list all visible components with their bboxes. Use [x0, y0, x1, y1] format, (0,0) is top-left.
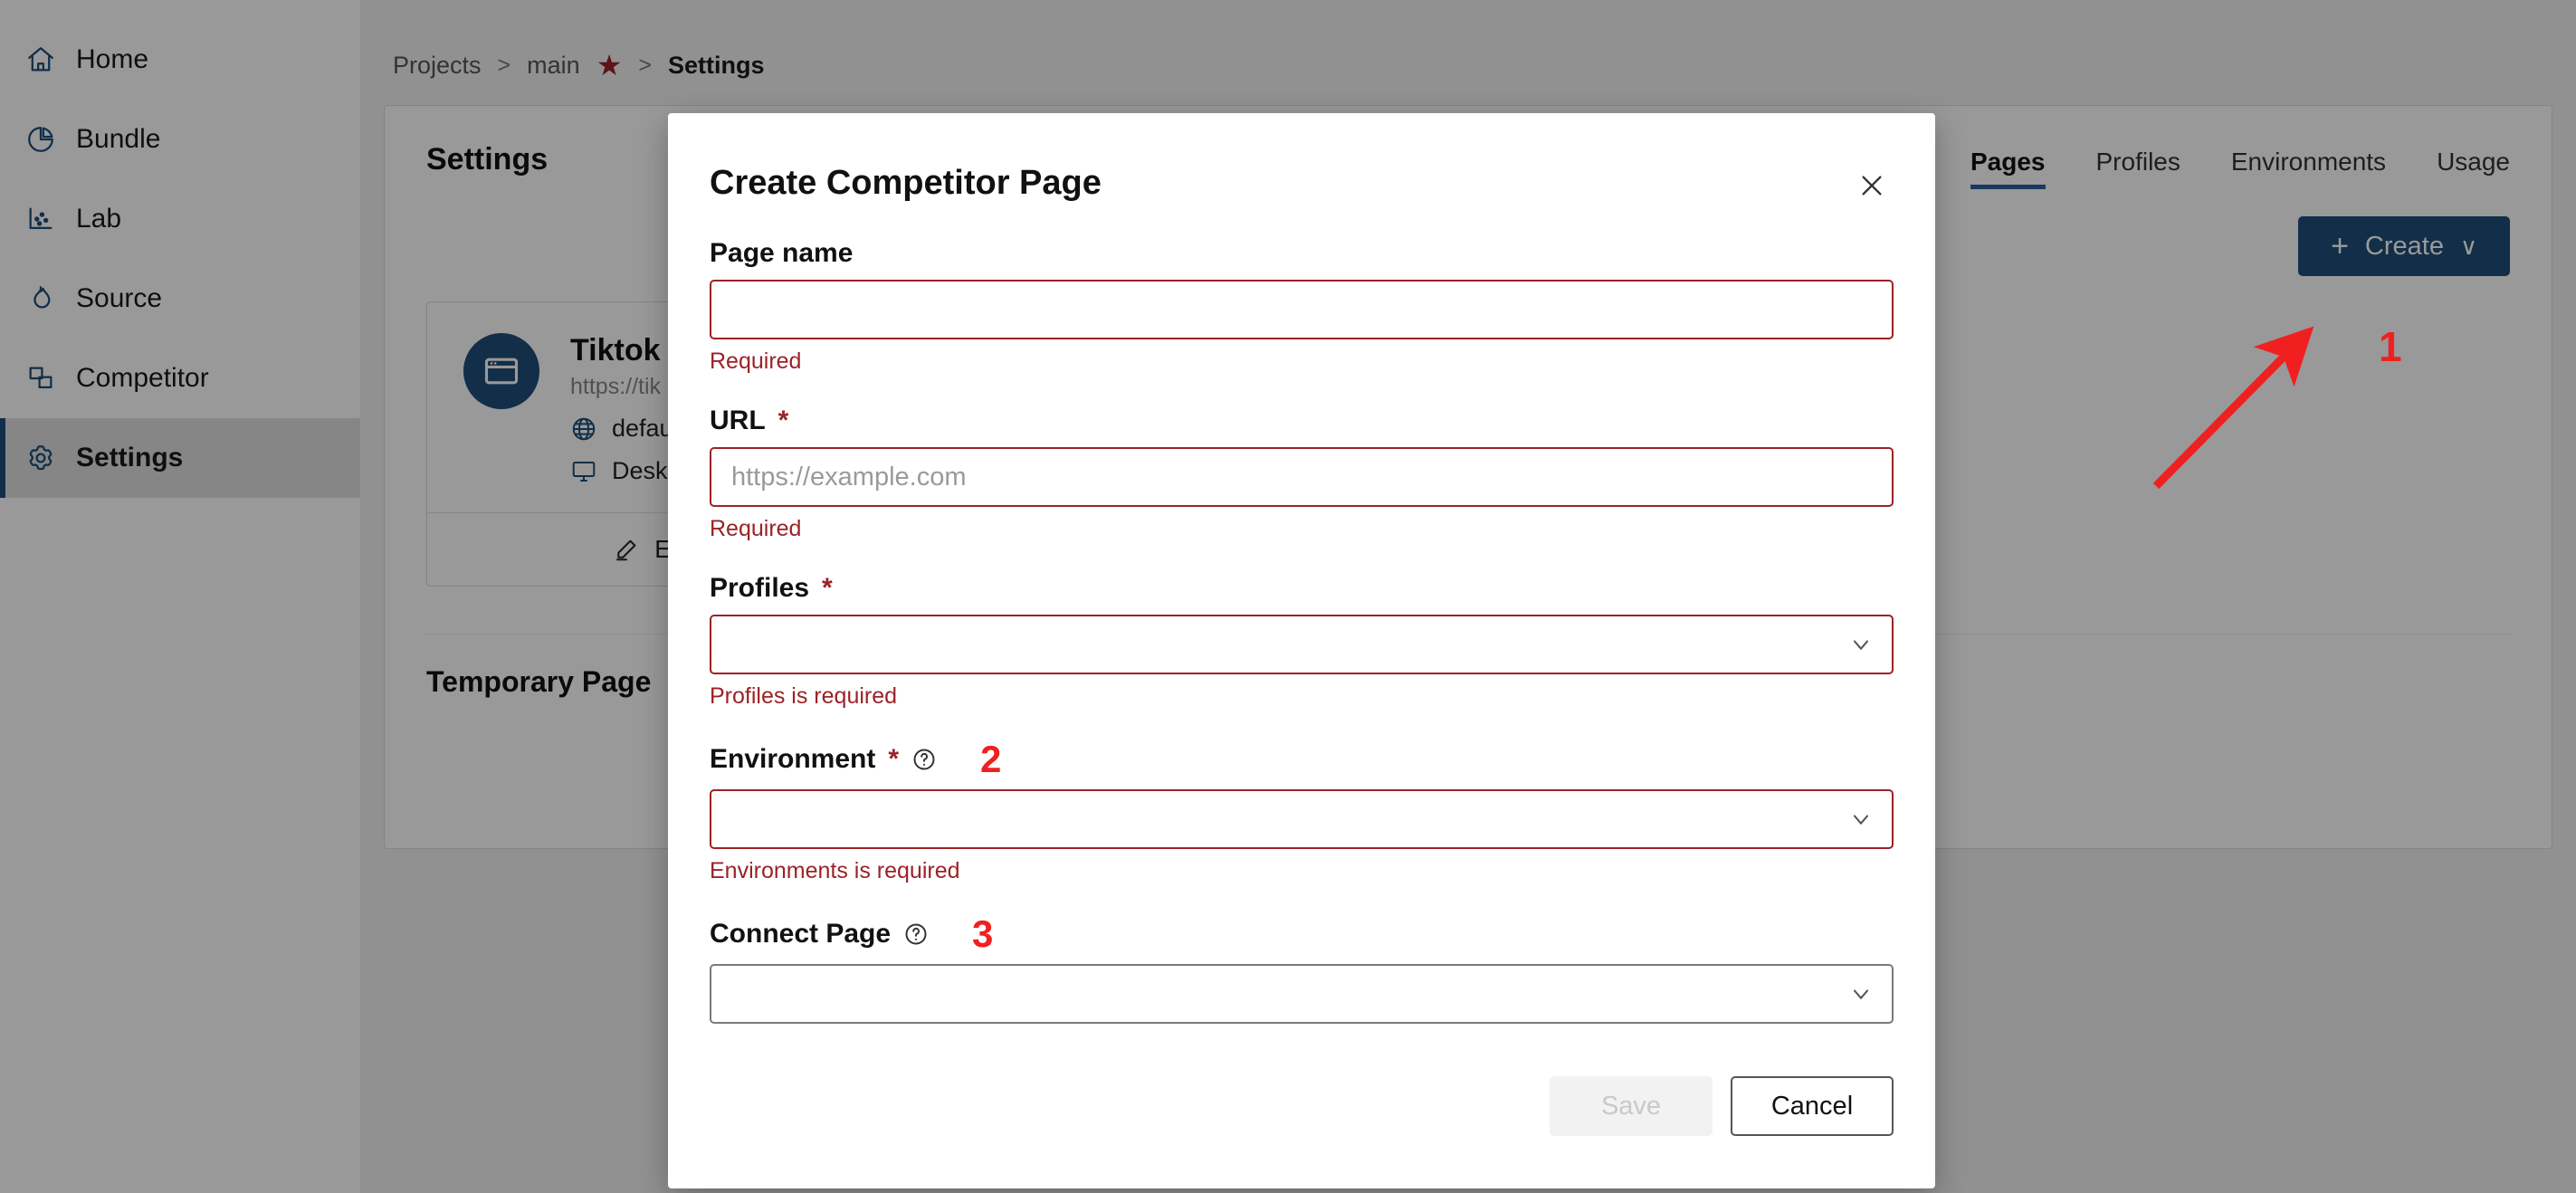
page-name-error: Required	[710, 348, 802, 374]
connect-page-select[interactable]	[710, 964, 1894, 1024]
dialog-title: Create Competitor Page	[710, 164, 1102, 202]
environment-label-row: Environment * 2	[710, 740, 1894, 778]
annotation-marker-2: 2	[980, 738, 1002, 780]
page-name-label: Page name	[710, 238, 854, 268]
profiles-label: Profiles	[710, 573, 810, 603]
url-error: Required	[710, 516, 802, 541]
field-url: URL * Required	[710, 406, 1894, 542]
profiles-label-row: Profiles *	[710, 573, 1894, 604]
save-button[interactable]: Save	[1550, 1076, 1713, 1136]
connect-page-select-wrap	[710, 964, 1894, 1024]
field-environment: Environment * 2 Environments is required	[710, 740, 1894, 884]
connect-page-label: Connect Page	[710, 919, 892, 949]
field-page-name: Page name Required	[710, 238, 1894, 375]
required-asterisk: *	[822, 573, 833, 603]
page-name-input[interactable]	[710, 280, 1894, 339]
required-asterisk: *	[888, 744, 900, 774]
required-asterisk: *	[778, 406, 789, 435]
create-competitor-page-dialog: Create Competitor Page Page name Require…	[668, 113, 1935, 1188]
environment-error: Environments is required	[710, 858, 960, 883]
field-profiles: Profiles * Profiles is required	[710, 573, 1894, 710]
dialog-header: Create Competitor Page	[710, 113, 1894, 207]
profiles-select-wrap	[710, 615, 1894, 674]
help-circle-icon[interactable]	[911, 747, 937, 772]
app-root: Home Bundle Lab Source Competitor Settin…	[0, 0, 2576, 1193]
environment-select[interactable]	[710, 789, 1894, 849]
profiles-select[interactable]	[710, 615, 1894, 674]
environment-select-wrap	[710, 789, 1894, 849]
connect-page-label-row: Connect Page 3	[710, 915, 1894, 953]
field-connect-page: Connect Page 3	[710, 915, 1894, 1024]
url-input[interactable]	[710, 447, 1894, 507]
cancel-button[interactable]: Cancel	[1731, 1076, 1894, 1136]
profiles-error: Profiles is required	[710, 683, 898, 709]
annotation-marker-3: 3	[972, 912, 994, 955]
help-circle-icon[interactable]	[903, 921, 929, 947]
url-label: URL	[710, 406, 766, 435]
page-name-label-row: Page name	[710, 238, 1894, 269]
environment-label: Environment	[710, 744, 876, 774]
dialog-footer: Save Cancel	[710, 1076, 1894, 1136]
close-icon[interactable]	[1850, 164, 1894, 207]
url-label-row: URL *	[710, 406, 1894, 436]
